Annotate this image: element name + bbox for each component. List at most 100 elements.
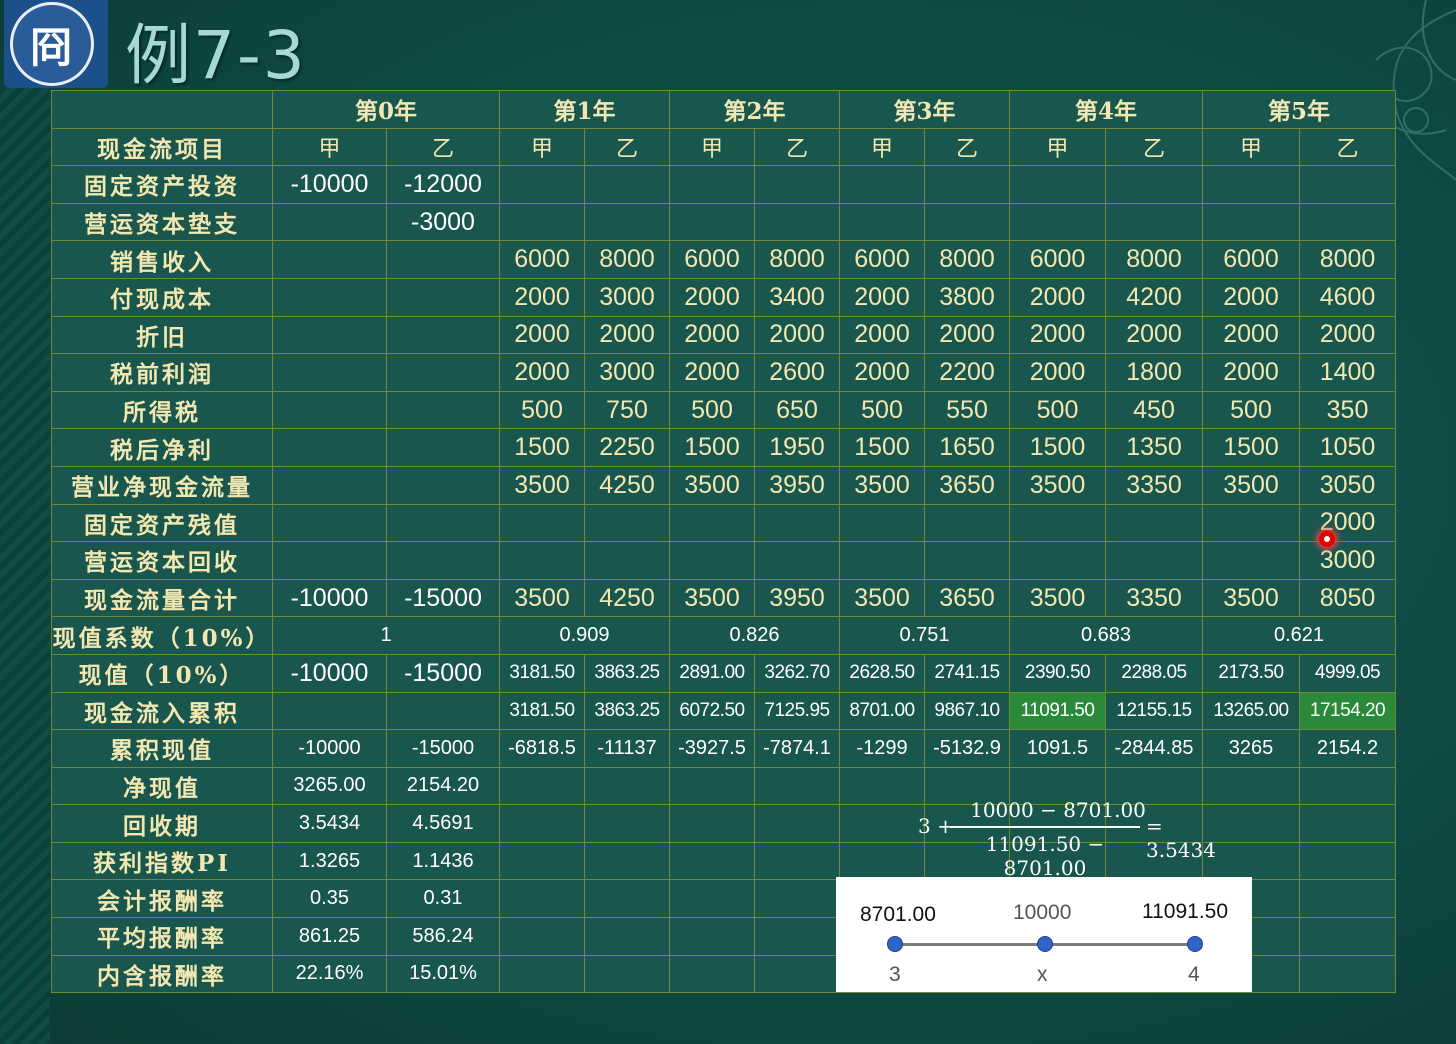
table-cell [924,165,1010,204]
table-cell: 3500 [1202,465,1300,505]
row-label: 现值（10%） [51,653,273,693]
table-cell: 3500 [669,465,755,505]
row-label: 税后净利 [51,428,273,467]
empty-cell [754,954,840,994]
row-label: 营运资本回收 [51,541,273,580]
table-cell [272,541,387,580]
empty-cell [754,841,840,881]
table-cell: 2154.2 [1299,729,1396,768]
project-header: 甲 [1009,127,1106,167]
table-cell: 2000 [839,277,925,317]
table-cell: 4250 [584,465,670,505]
row-label: 现金流项目 [51,127,273,167]
row-label: 净现值 [51,766,273,806]
highlighted-cell: 17154.20 [1299,691,1396,731]
payback-formula: 3 + 10000 − 8701.00 11091.50 − 8701.00 =… [918,796,1238,880]
table-cell [1009,503,1106,543]
table-cell [386,353,500,392]
empty-cell [839,841,925,881]
row-label: 折旧 [51,315,273,355]
empty-cell [584,766,670,806]
table-cell [754,541,840,580]
empty-cell [499,917,585,956]
table-cell: 2000 [499,353,585,392]
table-cell [839,202,925,242]
left-point [887,936,903,952]
table-cell: 2000 [499,277,585,317]
table-cell: -10000 [272,653,387,693]
table-cell: -10000 [272,578,387,618]
table-cell: 1950 [754,428,840,467]
interpolation-diagram: 8701.00 10000 11091.50 3 x 4 [836,877,1252,992]
metric-value-b: 1.1436 [386,841,500,881]
pv-factor-cell: 0.751 [839,616,1010,655]
laser-pointer [1319,531,1335,547]
project-header: 乙 [584,127,670,167]
table-cell [924,541,1010,580]
table-cell [669,541,755,580]
empty-cell [1299,917,1396,956]
table-cell: 2000 [1299,315,1396,355]
metric-value-b: 586.24 [386,917,500,956]
year-header: 第5年 [1202,90,1396,129]
table-cell: 6072.50 [669,691,755,731]
row-label: 销售收入 [51,240,273,279]
pv-factor-cell: 1 [272,616,500,655]
table-cell: 550 [924,390,1010,430]
empty-cell [584,804,670,843]
empty-cell [584,841,670,881]
table-cell: 7125.95 [754,691,840,731]
table-cell: 1500 [839,428,925,467]
table-cell: 8000 [1105,240,1203,279]
empty-cell [1299,804,1396,843]
table-cell [499,202,585,242]
table-cell: 2000 [839,353,925,392]
empty-cell [499,841,585,881]
project-header: 乙 [1105,127,1203,167]
table-cell: -10000 [272,729,387,768]
empty-cell [669,917,755,956]
row-label: 现值系数（10%） [51,616,273,655]
table-cell: 500 [1202,390,1300,430]
row-label: 平均报酬率 [51,917,273,956]
table-cell: 2000 [584,315,670,355]
empty-cell [754,766,840,806]
empty-cell [499,804,585,843]
table-cell: 3181.50 [499,653,585,693]
table-cell: 2000 [499,315,585,355]
table-cell [386,428,500,467]
table-row: 营业净现金流量 3500 4250 3500 3950 3500 3650 3500 3350 3… [51,465,1396,505]
metric-value-a: 22.16% [272,954,387,994]
table-cell: -7874.1 [754,729,840,768]
table-cell: 2250 [584,428,670,467]
table-cell: 3265 [1202,729,1300,768]
university-logo: 冏 [4,0,108,88]
table-cell [272,315,387,355]
year-header: 第0年 [272,90,500,129]
table-cell [669,503,755,543]
left-tick-label: 3 [889,963,901,986]
corner-cell [51,90,273,129]
formula-prefix: 3 + [918,814,954,838]
table-cell [839,165,925,204]
table-cell: 2000 [754,315,840,355]
metric-value-a: 1.3265 [272,841,387,881]
empty-cell [754,804,840,843]
table-cell [669,202,755,242]
metric-value-b: 15.01% [386,954,500,994]
cum-pv-row: 累积现值 -10000 -15000 -6818.5 -11137 -3927.5 -787… [51,729,1396,768]
year-header: 第2年 [669,90,840,129]
table-cell [499,541,585,580]
table-cell: 500 [1009,390,1106,430]
table-cell: 500 [839,390,925,430]
year-header: 第1年 [499,90,670,129]
table-cell: 2891.00 [669,653,755,693]
table-cell [1299,165,1396,204]
table-cell [584,165,670,204]
table-cell [1299,202,1396,242]
right-value-label: 11091.50 [1142,900,1229,923]
table-row: 税前利润 2000 3000 2000 2600 2000 2200 2000 1800 2000… [51,353,1396,392]
table-cell: 4999.05 [1299,653,1396,693]
table-cell: 3050 [1299,465,1396,505]
right-point [1187,936,1203,952]
